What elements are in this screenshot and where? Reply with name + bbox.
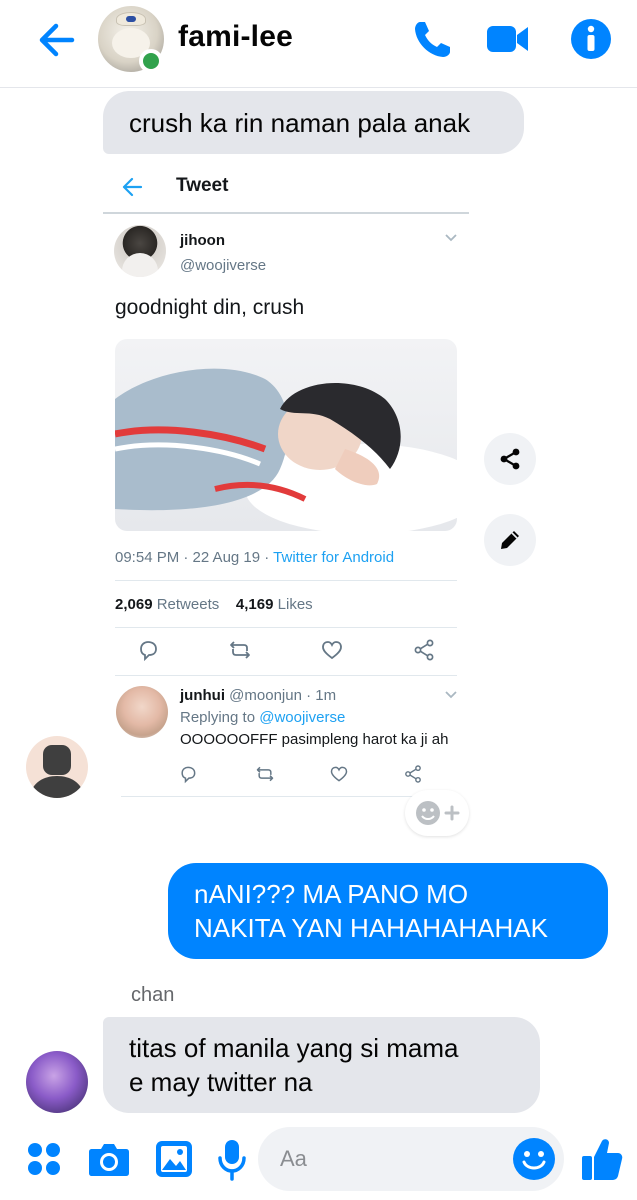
message-text-line: NAKITA YAN HAHAHAHAHAK bbox=[194, 913, 548, 943]
tweet-stats: 2,069 Retweets 4,169 Likes bbox=[115, 596, 313, 613]
retweets-count: 2,069 bbox=[115, 596, 153, 613]
reply-author-name: junhui bbox=[180, 687, 225, 704]
contact-avatar[interactable] bbox=[98, 6, 164, 73]
like-heart-icon bbox=[330, 766, 348, 782]
emoji-icon[interactable] bbox=[512, 1137, 556, 1181]
replying-prefix: Replying to bbox=[180, 709, 260, 726]
edit-button[interactable] bbox=[484, 514, 536, 566]
reply-handle-time: @moonjun · 1m bbox=[229, 687, 337, 704]
message-input-placeholder: Aa bbox=[280, 1146, 307, 1171]
message-text-line: titas of manila yang si mama bbox=[129, 1033, 459, 1063]
divider bbox=[115, 675, 457, 676]
chat-header: fami-lee bbox=[0, 0, 637, 88]
message-input[interactable]: Aa bbox=[258, 1127, 564, 1191]
replying-to: Replying to @woojiverse bbox=[180, 709, 345, 726]
retweet-icon bbox=[230, 641, 250, 659]
video-camera-icon[interactable] bbox=[484, 16, 530, 62]
tweet-screen-title: Tweet bbox=[176, 175, 229, 196]
chevron-down-icon bbox=[445, 234, 457, 242]
tweet-top-bar: Tweet bbox=[103, 160, 469, 214]
info-icon[interactable] bbox=[568, 16, 614, 62]
add-reaction-button[interactable] bbox=[405, 790, 469, 836]
reply-icon bbox=[140, 641, 157, 662]
microphone-icon[interactable] bbox=[216, 1138, 248, 1182]
message-bubble-outgoing[interactable]: nANI??? MA PANO MO NAKITA YAN HAHAHAHAHA… bbox=[168, 863, 608, 959]
message-text-line: e may twitter na bbox=[129, 1067, 313, 1097]
tweet-screenshot-image[interactable]: Tweet jihoon @woojiverse goodnight din, … bbox=[103, 160, 469, 800]
tweet-author-avatar bbox=[114, 225, 166, 277]
divider bbox=[115, 580, 457, 581]
pencil-icon bbox=[501, 531, 519, 549]
retweet-icon bbox=[256, 766, 274, 782]
reply-icon bbox=[181, 766, 196, 784]
message-bubble-incoming[interactable]: titas of manila yang si mama e may twitt… bbox=[103, 1017, 540, 1113]
replying-to-handle: @woojiverse bbox=[259, 709, 346, 726]
reply-text: OOOOOOFFF pasimpleng harot ka ji ah bbox=[180, 731, 449, 748]
sender-avatar[interactable] bbox=[26, 736, 88, 798]
message-bubble-incoming[interactable]: crush ka rin naman pala anak bbox=[103, 91, 524, 154]
reply-author-avatar bbox=[116, 686, 168, 738]
tweet-timestamp: 09:54 PM · 22 Aug 19 · Twitter for Andro… bbox=[115, 549, 394, 566]
chevron-down-icon bbox=[445, 691, 457, 699]
apps-icon[interactable] bbox=[26, 1141, 62, 1177]
image-icon[interactable] bbox=[154, 1139, 194, 1179]
sender-avatar-chan[interactable] bbox=[26, 1051, 88, 1113]
share-nodes-icon bbox=[414, 639, 434, 661]
sender-name-label: chan bbox=[131, 984, 175, 1006]
chat-title[interactable]: fami-lee bbox=[178, 20, 293, 54]
retweets-label: Retweets bbox=[156, 596, 220, 613]
message-text-line: nANI??? MA PANO MO bbox=[194, 879, 469, 909]
tweet-time: 09:54 PM · 22 Aug 19 · bbox=[115, 549, 274, 566]
likes-count: 4,169 bbox=[235, 596, 274, 613]
tweet-source: Twitter for Android bbox=[273, 549, 395, 566]
share-nodes-icon bbox=[405, 765, 421, 783]
message-text: crush ka rin naman pala anak bbox=[129, 108, 471, 138]
share-icon bbox=[500, 448, 520, 470]
share-button[interactable] bbox=[484, 433, 536, 485]
tweet-author-handle: @woojiverse bbox=[180, 257, 267, 274]
thumbs-up-icon[interactable] bbox=[580, 1136, 624, 1182]
tweet-author-name: jihoon bbox=[180, 232, 225, 249]
message-composer: Aa bbox=[0, 1124, 637, 1200]
like-heart-icon bbox=[322, 641, 342, 660]
divider bbox=[115, 627, 457, 628]
camera-icon[interactable] bbox=[88, 1139, 130, 1179]
phone-icon[interactable] bbox=[410, 16, 456, 62]
tweet-back-arrow-icon bbox=[122, 177, 143, 197]
reply-header: junhui @moonjun · 1m bbox=[180, 687, 336, 704]
add-emoji-reaction-icon bbox=[416, 801, 460, 825]
online-status-indicator bbox=[139, 49, 163, 73]
tweet-text: goodnight din, crush bbox=[115, 296, 305, 319]
likes-label: Likes bbox=[277, 596, 313, 613]
divider bbox=[121, 796, 451, 797]
back-arrow-icon[interactable] bbox=[34, 20, 76, 60]
tweet-photo bbox=[115, 339, 457, 531]
default-person-icon bbox=[29, 745, 85, 798]
